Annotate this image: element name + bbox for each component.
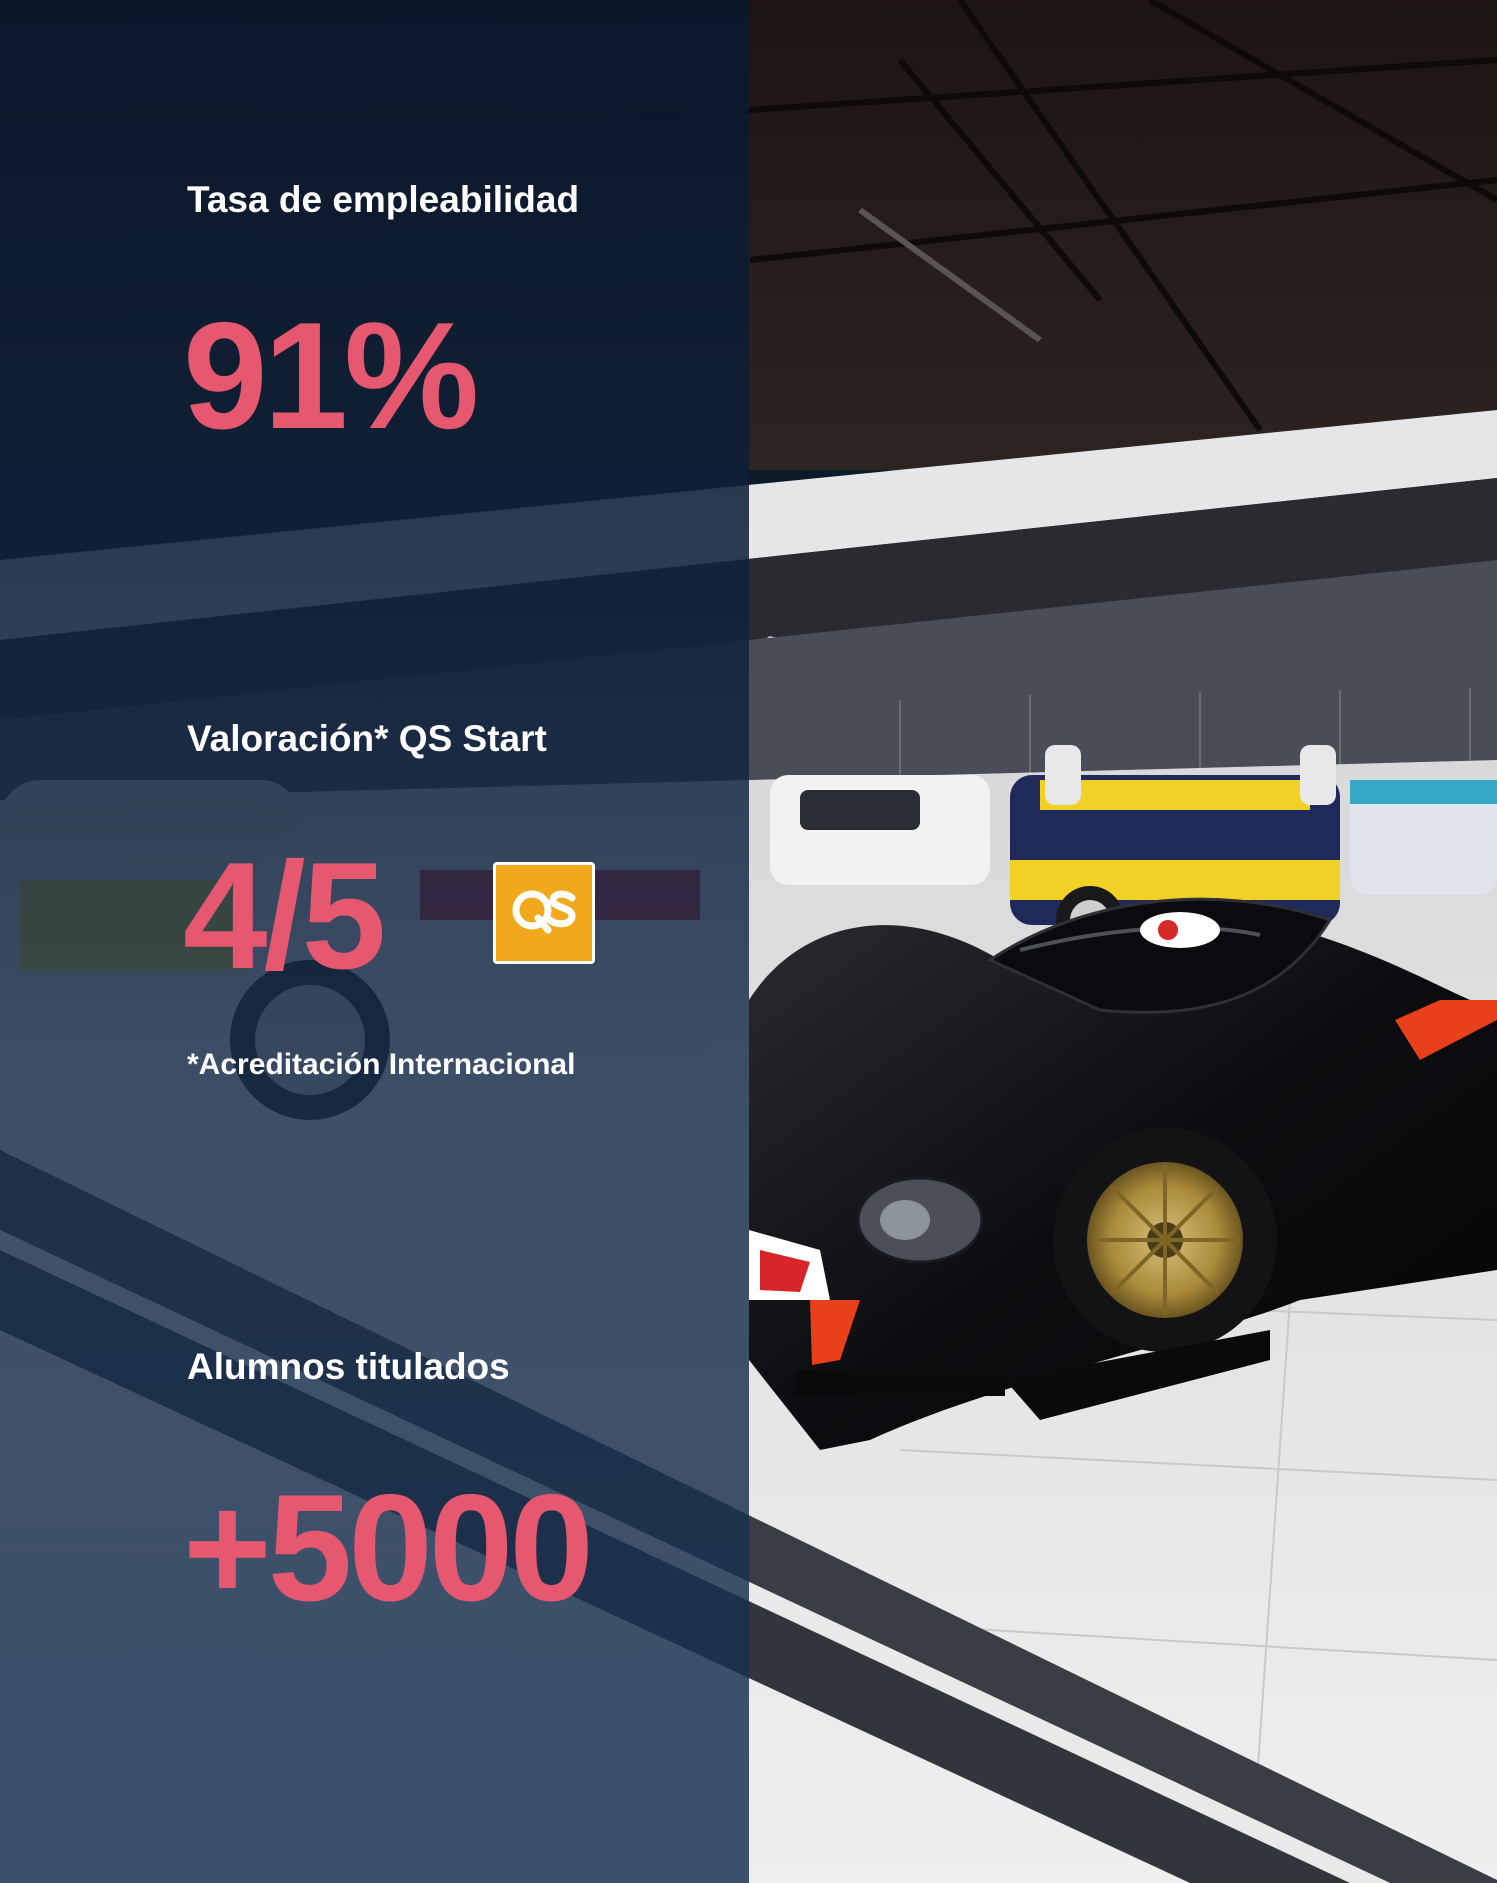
- stats-column: Tasa de empleabilidad 91% Valoración* QS…: [183, 0, 747, 1883]
- stat-label-qs-rating: Valoración* QS Start: [187, 718, 547, 759]
- stat-label-employability: Tasa de empleabilidad: [187, 179, 580, 220]
- stat-label-graduates: Alumnos titulados: [187, 1346, 510, 1387]
- stat-value-employability: 91%: [183, 291, 479, 461]
- stat-note-accreditation: *Acreditación Internacional: [187, 1048, 576, 1081]
- qs-logo-icon: [493, 862, 595, 964]
- stat-value-qs-rating: 4/5: [183, 831, 386, 1001]
- qs-logo-glyph: [512, 890, 576, 934]
- stat-value-graduates: +5000: [183, 1463, 594, 1633]
